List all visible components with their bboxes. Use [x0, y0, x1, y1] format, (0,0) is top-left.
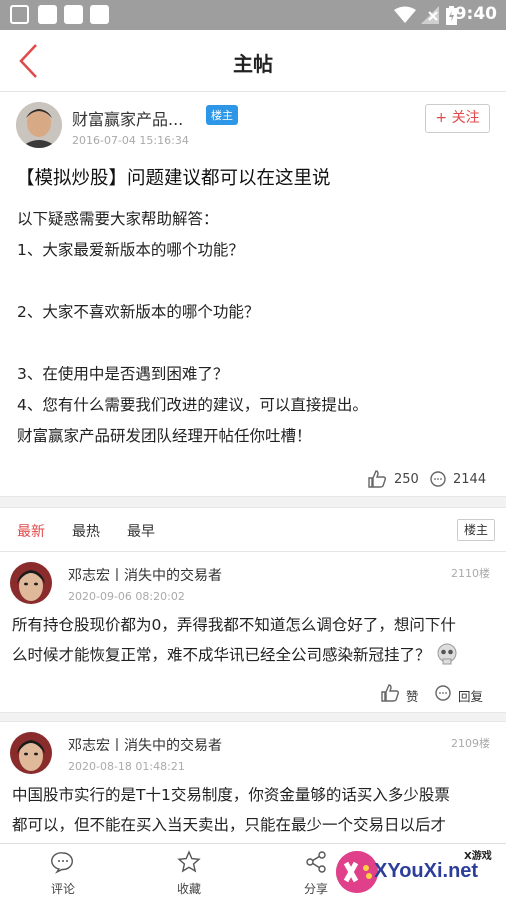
favorite-tab-label: 收藏 [176, 882, 201, 896]
post-body-line: 以下疑惑需要大家帮助解答： [17, 210, 219, 228]
comment-actions: 赞 回复 [0, 682, 506, 706]
xyouxi-logo-icon [336, 851, 378, 893]
comment-text: 中国股市实行的是T十1交易制度，你资金量够的话买入多少股票 都可以，但不能在买入… [12, 780, 500, 840]
post-body-line [17, 266, 497, 297]
comment-icon[interactable] [429, 470, 447, 488]
status-time: 9:40 [454, 4, 497, 24]
comment-line: 所有持仓股现价都为0，弄得我都不知道怎么调仓好了，想问下什 [12, 616, 456, 634]
floor-number: 2110楼 [451, 567, 490, 580]
section-divider [0, 496, 506, 508]
comment-line: 中国股市实行的是T十1交易制度，你资金量够的话买入多少股票 [12, 786, 450, 804]
comment-tab[interactable]: 评论 [33, 850, 93, 897]
like-count: 250 [394, 472, 419, 487]
star-icon [177, 850, 201, 873]
reply-button[interactable]: 回复 [458, 686, 483, 705]
page-title: 主帖 [233, 52, 273, 76]
comment-divider [0, 712, 506, 722]
thumbs-up-icon[interactable] [380, 683, 400, 703]
reply-icon[interactable] [434, 684, 452, 702]
commenter-name[interactable]: 邓志宏丨消失中的交易者 [68, 565, 222, 585]
comment-item: 邓志宏丨消失中的交易者 2020-09-06 08:20:02 2110楼 所有… [0, 552, 506, 712]
floor-number: 2109楼 [451, 737, 490, 750]
app-notification-icon [38, 5, 57, 24]
comment-line: 都可以，但不能在买入当天卖出，只能在最少一个交易日以后才 [12, 816, 447, 834]
like-button[interactable]: 赞 [406, 686, 419, 705]
post-body-line: 财富赢家产品研发团队经理开帖任你吐槽！ [17, 427, 312, 445]
post-body-line: 4、您有什么需要我们改进的建议，可以直接提出。 [17, 396, 368, 414]
post-stats: 250 2144 [0, 468, 506, 492]
comment-text: 所有持仓股现价都为0，弄得我都不知道怎么调仓好了，想问下什 么时候才能恢复正常，… [12, 610, 500, 670]
commenter-name[interactable]: 邓志宏丨消失中的交易者 [68, 735, 222, 755]
post-body-line: 1、大家最爱新版本的哪个功能？ [17, 241, 244, 259]
watermark-text: XYouXi.net [374, 860, 479, 882]
site-watermark: X游戏 XYouXi.net [334, 846, 502, 898]
gallery-notification-icon [10, 5, 29, 24]
post-date: 2016-07-04 15:16:34 [72, 134, 189, 147]
signal-icon [421, 6, 439, 24]
comment-icon [51, 852, 73, 874]
commenter-avatar[interactable] [10, 562, 52, 604]
tab-oldest[interactable]: 最早 [127, 521, 155, 541]
skull-emoji-icon [437, 643, 457, 665]
author-name[interactable]: 财富赢家产品... [72, 106, 183, 130]
post-body: 以下疑惑需要大家帮助解答： 1、大家最爱新版本的哪个功能？ 2、大家不喜欢新版本… [17, 204, 497, 452]
app-notification-icon [90, 5, 109, 24]
status-bar: 9:40 [0, 0, 506, 30]
follow-button[interactable]: + 关注 [425, 104, 490, 133]
commenter-avatar[interactable] [10, 732, 52, 774]
app-notification-icon [64, 5, 83, 24]
comment-date: 2020-09-06 08:20:02 [68, 590, 185, 603]
main-post: 财富赢家产品... 楼主 2016-07-04 15:16:34 + 关注 【模… [0, 92, 506, 496]
comment-item: 邓志宏丨消失中的交易者 2020-08-18 01:48:21 2109楼 中国… [0, 722, 506, 843]
sort-tabs: 最新 最热 最早 楼主 [0, 508, 506, 552]
favorite-tab[interactable]: 收藏 [159, 850, 219, 897]
wifi-icon [394, 6, 416, 23]
comment-line: 么时候才能恢复正常，难不成华讯已经全公司感染新冠挂了？ [12, 640, 500, 670]
tab-hottest[interactable]: 最热 [72, 521, 100, 541]
post-body-line: 2、大家不喜欢新版本的哪个功能？ [17, 303, 260, 321]
comment-tab-label: 评论 [50, 882, 75, 896]
post-title: 【模拟炒股】问题建议都可以在这里说 [16, 168, 331, 189]
author-avatar[interactable] [16, 102, 62, 148]
post-body-line: 3、在使用中是否遇到困难了？ [17, 365, 229, 383]
share-icon [306, 851, 326, 873]
tab-newest[interactable]: 最新 [17, 521, 45, 541]
comment-date: 2020-08-18 01:48:21 [68, 760, 185, 773]
owner-badge: 楼主 [206, 105, 238, 125]
comment-count: 2144 [453, 472, 487, 487]
top-nav-bar: 主帖 [0, 30, 506, 92]
thumbs-up-icon[interactable] [367, 469, 387, 489]
post-body-line [17, 328, 497, 359]
owner-only-filter[interactable]: 楼主 [457, 519, 495, 541]
